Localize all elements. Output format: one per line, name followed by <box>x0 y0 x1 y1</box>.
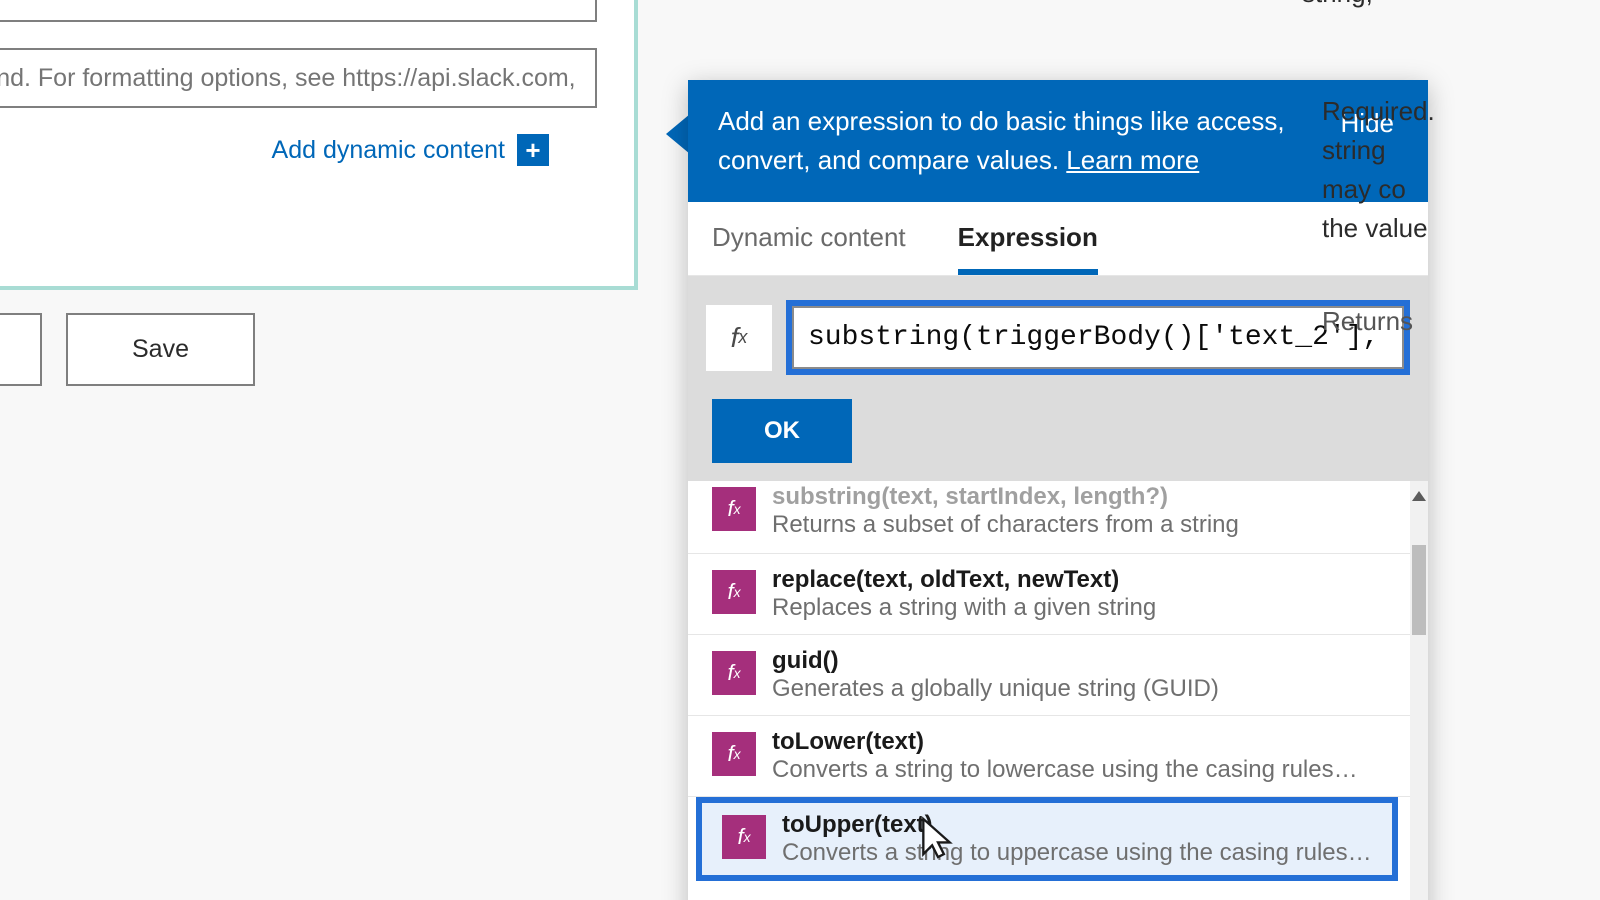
ok-button[interactable]: OK <box>712 399 852 463</box>
function-name: substring(text, startIndex, length?) <box>772 483 1386 511</box>
function-desc: Converts a string to uppercase using the… <box>782 839 1372 867</box>
function-text: toUpper(text)Converts a string to upperc… <box>782 811 1372 867</box>
scroll-thumb[interactable] <box>1412 545 1426 635</box>
expression-input[interactable] <box>792 306 1404 369</box>
function-desc: Returns a subset of characters from a st… <box>772 511 1362 539</box>
function-item-indexOf[interactable]: fxindexOf(text, searchText) <box>688 885 1410 900</box>
popup-tabs: Dynamic content Expression <box>688 202 1428 276</box>
function-name: toLower(text) <box>772 728 1386 756</box>
function-item-replace[interactable]: fx replace(text, oldText, newText)Replace… <box>688 554 1410 635</box>
function-desc: Replaces a string with a given string <box>772 594 1362 622</box>
function-text: toLower(text)Converts a string to lowerc… <box>772 728 1386 784</box>
action-buttons: Save <box>0 313 255 386</box>
fx-badge-icon: fx <box>722 815 766 859</box>
function-item-substring[interactable]: fx substring(text, startIndex, length?)Re… <box>688 481 1410 554</box>
function-text: replace(text, oldText, newText)Replaces … <box>772 566 1386 622</box>
function-text: substring(text, startIndex, length?)Retu… <box>772 483 1386 539</box>
tab-expression[interactable]: Expression <box>958 222 1098 275</box>
scrollbar[interactable] <box>1410 481 1428 900</box>
function-name: replace(text, oldText, newText) <box>772 566 1386 594</box>
function-list: fxsubstring(text, startIndex, length?)Re… <box>688 481 1428 900</box>
prev-button[interactable] <box>0 313 42 386</box>
popup-banner: Add an expression to do basic things lik… <box>688 80 1428 202</box>
fx-icon: fx <box>706 305 772 371</box>
scroll-up-icon[interactable] <box>1412 491 1426 501</box>
plus-icon[interactable]: + <box>517 134 549 166</box>
tab-dynamic-content[interactable]: Dynamic content <box>712 222 906 275</box>
right-fragment-1: string, <box>1302 0 1600 9</box>
expression-input-highlight <box>786 300 1410 375</box>
popup-arrow-icon <box>666 114 690 154</box>
field-1[interactable] <box>0 0 597 22</box>
message-text-field[interactable] <box>0 48 597 108</box>
banner-text: Add an expression to do basic things lik… <box>718 102 1298 180</box>
function-desc: Generates a globally unique string (GUID… <box>772 675 1362 703</box>
expression-popup: Add an expression to do basic things lik… <box>688 80 1428 900</box>
function-desc: Converts a string to lowercase using the… <box>772 756 1362 784</box>
fx-badge-icon: fx <box>712 732 756 776</box>
fx-badge-icon: fx <box>712 651 756 695</box>
add-dynamic-content-link[interactable]: Add dynamic content <box>272 136 505 165</box>
right-fragment-2: Required. string may co the value <box>1322 92 1600 248</box>
action-card: Add dynamic content + <box>0 0 638 290</box>
function-name: toUpper(text) <box>782 811 1372 839</box>
function-name: guid() <box>772 647 1386 675</box>
fx-badge-icon: fx <box>712 487 756 531</box>
function-item-toUpper[interactable]: fx toUpper(text)Converts a string to uppe… <box>698 799 1396 879</box>
function-text: guid()Generates a globally unique string… <box>772 647 1386 703</box>
expression-input-row: fx <box>688 276 1428 399</box>
learn-more-link[interactable]: Learn more <box>1066 145 1199 175</box>
right-fragment-3: Returns <box>1322 306 1600 337</box>
fx-badge-icon: fx <box>712 570 756 614</box>
function-item-toLower[interactable]: fx toLower(text)Converts a string to lowe… <box>688 716 1410 797</box>
save-button[interactable]: Save <box>66 313 255 386</box>
add-dynamic-content[interactable]: Add dynamic content + <box>0 134 549 166</box>
function-item-guid[interactable]: fx guid()Generates a globally unique stri… <box>688 635 1410 716</box>
